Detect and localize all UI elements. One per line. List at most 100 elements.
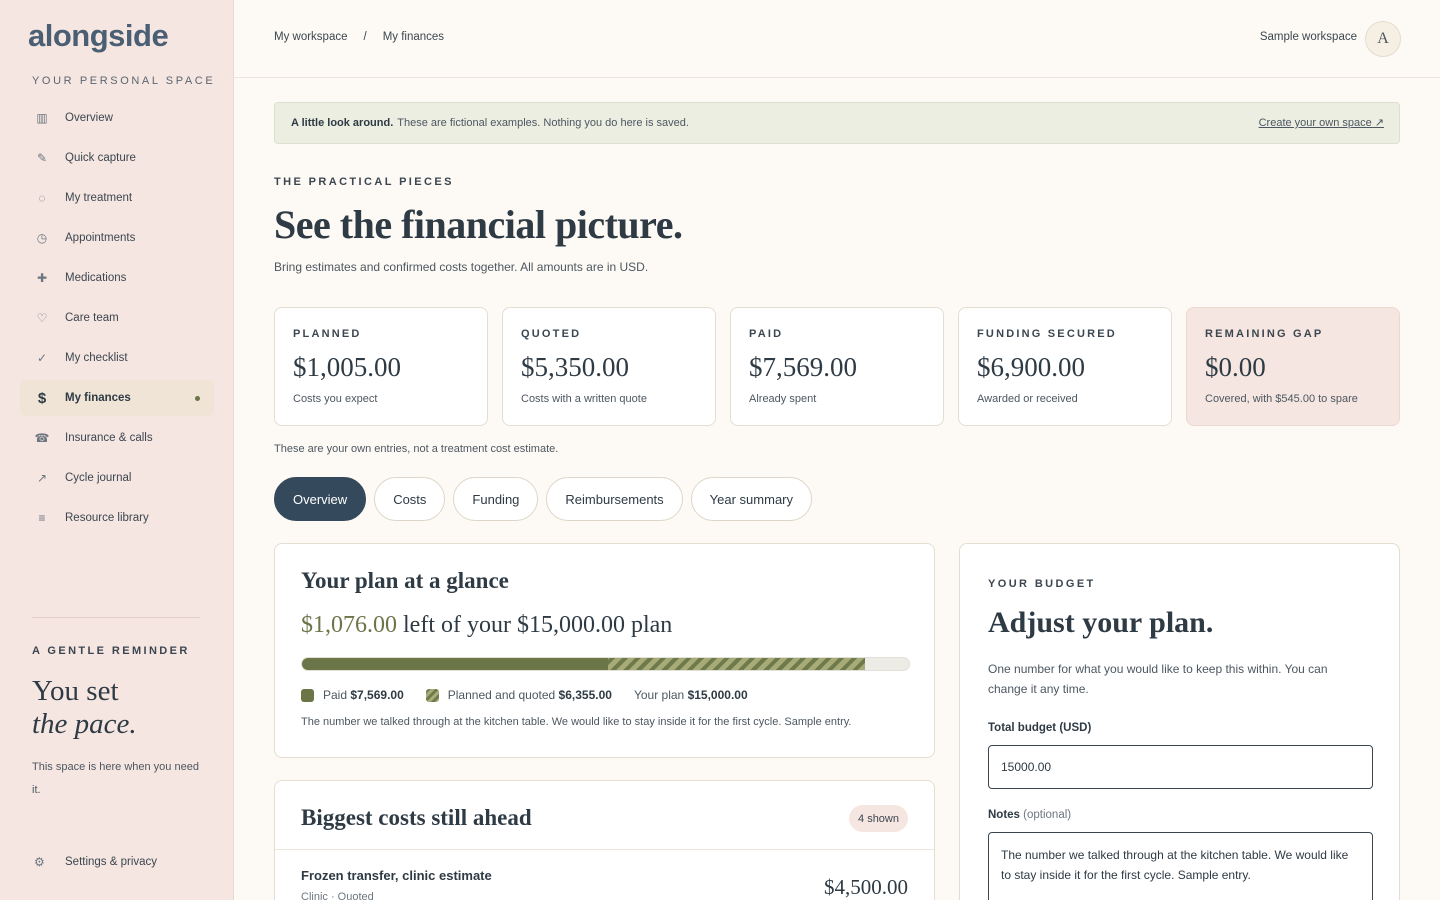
stat-label: PLANNED <box>293 328 362 340</box>
sidebar-item-label: My treatment <box>65 192 133 204</box>
sidebar-nav: ▥ Overview ✎ Quick capture ◌ My treatmen… <box>20 100 214 540</box>
progress-paid-segment <box>302 658 609 670</box>
breadcrumb-current: My finances <box>382 31 445 43</box>
clock-icon: ◷ <box>36 231 48 245</box>
settings-link[interactable]: ⚙ Settings & privacy <box>34 855 157 869</box>
sidebar-item-label: Medications <box>65 272 127 284</box>
stat-paid: PAID $7,569.00 Already spent <box>730 307 944 426</box>
notes-label: Notes (optional) <box>988 809 1071 821</box>
stat-label: QUOTED <box>521 328 582 340</box>
sidebar-item-label: Appointments <box>65 232 136 244</box>
gear-icon: ⚙ <box>34 855 45 869</box>
tab-funding[interactable]: Funding <box>453 477 539 521</box>
page-title: See the financial picture. <box>274 202 683 247</box>
stat-desc: Awarded or received <box>977 393 1078 405</box>
budget-description: One number for what you would like to ke… <box>988 662 1328 696</box>
costs-divider <box>275 849 934 850</box>
legend-planned-label: Planned and quoted <box>447 688 556 702</box>
stat-label: PAID <box>749 328 784 340</box>
phone-icon: ☎ <box>34 431 50 445</box>
legend-paid-label: Paid <box>323 688 348 702</box>
sidebar-item-my-treatment[interactable]: ◌ My treatment <box>20 180 214 216</box>
cost-amount: $4,500.00 <box>824 875 908 899</box>
notes-label-text: Notes <box>988 809 1020 821</box>
demo-notice: A little look around. These are fictiona… <box>274 102 1400 144</box>
tab-overview[interactable]: Overview <box>274 477 367 521</box>
sidebar-item-care-team[interactable]: ♡ Care team <box>20 300 214 336</box>
stat-value: $0.00 <box>1205 352 1266 382</box>
legend-planned: Planned and quoted $6,355.00 <box>425 688 612 702</box>
sidebar-item-my-checklist[interactable]: ✓ My checklist <box>20 340 214 376</box>
notes-textarea[interactable]: The number we talked through at the kitc… <box>988 832 1373 900</box>
legend-swatch-paid <box>301 688 314 702</box>
sidebar-item-label: Quick capture <box>65 152 136 164</box>
stat-desc: Costs with a written quote <box>521 393 647 405</box>
check-icon: ✓ <box>36 351 48 365</box>
tab-costs[interactable]: Costs <box>374 477 446 521</box>
page-subtitle: Bring estimates and confirmed costs toge… <box>274 260 649 274</box>
stat-remaining-gap: REMAINING GAP $0.00 Covered, with $545.0… <box>1186 307 1400 426</box>
stat-value: $6,900.00 <box>977 352 1085 382</box>
breadcrumb: My workspace / My finances <box>274 31 444 43</box>
sidebar-divider <box>32 617 200 618</box>
sidebar-item-cycle-journal[interactable]: ↗ Cycle journal <box>20 460 214 496</box>
reminder-line-1: You set <box>32 675 119 707</box>
heart-icon: ♡ <box>36 311 48 325</box>
sidebar-item-insurance-calls[interactable]: ☎ Insurance & calls <box>20 420 214 456</box>
plan-card: Your plan at a glance $1,076.00 left of … <box>274 543 935 758</box>
costs-title: Biggest costs still ahead <box>301 805 532 830</box>
plan-title: Your plan at a glance <box>301 568 509 593</box>
legend-swatch-planned <box>425 688 439 702</box>
reminder-label: A GENTLE REMINDER <box>32 645 190 657</box>
arrow-up-right-icon: ↗ <box>36 471 48 485</box>
costs-ahead-card: Biggest costs still ahead 4 shown Frozen… <box>274 780 935 900</box>
tab-reimbursements[interactable]: Reimbursements <box>546 477 683 521</box>
sidebar-item-overview[interactable]: ▥ Overview <box>20 100 214 136</box>
legend-plan-value: $15,000.00 <box>687 688 748 702</box>
tab-year-summary[interactable]: Year summary <box>690 477 812 521</box>
sidebar-item-label: Care team <box>65 312 119 324</box>
sidebar-item-quick-capture[interactable]: ✎ Quick capture <box>20 140 214 176</box>
topbar: My workspace / My finances Sample worksp… <box>234 0 1440 78</box>
stat-label: REMAINING GAP <box>1205 328 1324 340</box>
count-badge: 4 shown <box>849 805 908 832</box>
stat-value: $7,569.00 <box>749 352 857 382</box>
sidebar-item-medications[interactable]: ✚ Medications <box>20 260 214 296</box>
sidebar-item-my-finances[interactable]: $ My finances <box>20 380 214 416</box>
sidebar-item-label: Insurance & calls <box>65 432 153 444</box>
stat-value: $1,005.00 <box>293 352 401 382</box>
plan-left-text: left of your <box>403 612 511 638</box>
space-label: YOUR PERSONAL SPACE <box>32 75 216 87</box>
notice-text: These are fictional examples. Nothing yo… <box>397 117 689 129</box>
plan-legend: Paid $7,569.00 Planned and quoted $6,355… <box>301 688 748 702</box>
dollar-icon: $ <box>37 389 47 407</box>
sidebar-item-appointments[interactable]: ◷ Appointments <box>20 220 214 256</box>
legend-paid: Paid $7,569.00 <box>301 688 404 702</box>
summary-stats: PLANNED $1,005.00 Costs you expect QUOTE… <box>274 307 1400 426</box>
sidebar-item-label: My checklist <box>65 352 128 364</box>
sidebar-item-label: Resource library <box>65 512 149 524</box>
circle-icon: ◌ <box>38 191 46 205</box>
sidebar-item-label: Cycle journal <box>65 472 132 484</box>
total-budget-label: Total budget (USD) <box>988 722 1092 734</box>
progress-planned-segment <box>608 658 866 670</box>
legend-plan-label: Your plan <box>633 688 685 702</box>
stat-planned: PLANNED $1,005.00 Costs you expect <box>274 307 488 426</box>
cost-name: Frozen transfer, clinic estimate <box>301 868 492 883</box>
plus-icon: ✚ <box>36 271 48 285</box>
stats-note: These are your own entries, not a treatm… <box>274 443 559 455</box>
plan-remaining: $1,076.00 left of your $15,000.00 plan <box>301 612 672 639</box>
avatar[interactable]: A <box>1365 21 1401 57</box>
plan-progress-bar <box>301 657 910 671</box>
sidebar-item-label: Overview <box>65 112 113 124</box>
breadcrumb-workspace[interactable]: My workspace <box>274 31 348 43</box>
create-space-link[interactable]: Create your own space ↗ <box>1259 116 1384 129</box>
sidebar: alongside YOUR PERSONAL SPACE ▥ Overview… <box>0 0 234 900</box>
reminder-line-2: the pace. <box>32 708 137 740</box>
sidebar-item-resource-library[interactable]: ≡ Resource library <box>20 500 214 536</box>
plan-left-amount: $1,076.00 <box>301 612 397 638</box>
logo[interactable]: alongside <box>28 18 169 54</box>
plan-word: plan <box>630 612 673 638</box>
overview-icon: ▥ <box>36 111 48 125</box>
total-budget-input[interactable] <box>988 745 1373 789</box>
